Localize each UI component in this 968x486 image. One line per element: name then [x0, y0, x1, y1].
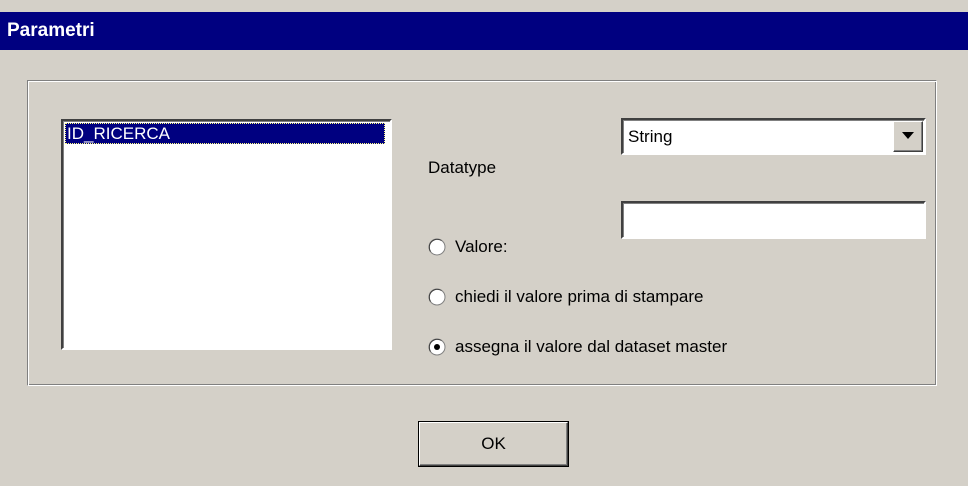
radio-chiedi[interactable] — [428, 288, 446, 306]
radio-assegna[interactable] — [428, 338, 446, 356]
radio-assegna-label: assegna il valore dal dataset master — [455, 337, 728, 356]
parameters-group: ID_RICERCA Datatype String Valore: chied… — [27, 80, 937, 386]
parameters-listbox[interactable]: ID_RICERCA — [61, 119, 392, 350]
title-bar[interactable]: Parametri — [0, 12, 968, 50]
radio-row-chiedi[interactable]: chiedi il valore prima di stampare — [428, 285, 788, 309]
list-item-id-ricerca[interactable]: ID_RICERCA — [65, 123, 385, 144]
radio-assegna-dot — [434, 344, 440, 350]
radio-row-assegna[interactable]: assegna il valore dal dataset master — [428, 335, 808, 359]
radio-row-valore[interactable]: Valore: — [428, 235, 618, 259]
datatype-dropdown-button[interactable] — [893, 121, 923, 152]
radio-valore[interactable] — [428, 238, 446, 256]
ok-button-label: OK — [481, 434, 506, 453]
chevron-down-icon — [902, 132, 914, 139]
datatype-label: Datatype — [428, 158, 497, 177]
radio-valore-label: Valore: — [455, 237, 508, 256]
radio-chiedi-label: chiedi il valore prima di stampare — [455, 287, 704, 306]
window-title: Parametri — [7, 20, 95, 41]
value-input[interactable] — [621, 201, 926, 239]
datatype-select[interactable]: String — [621, 118, 926, 155]
dialog-window: Parametri ID_RICERCA Datatype String Val… — [0, 0, 968, 486]
ok-button[interactable]: OK — [418, 421, 569, 467]
datatype-select-value: String — [628, 127, 673, 146]
dialog-client-area: ID_RICERCA Datatype String Valore: chied… — [0, 50, 968, 486]
